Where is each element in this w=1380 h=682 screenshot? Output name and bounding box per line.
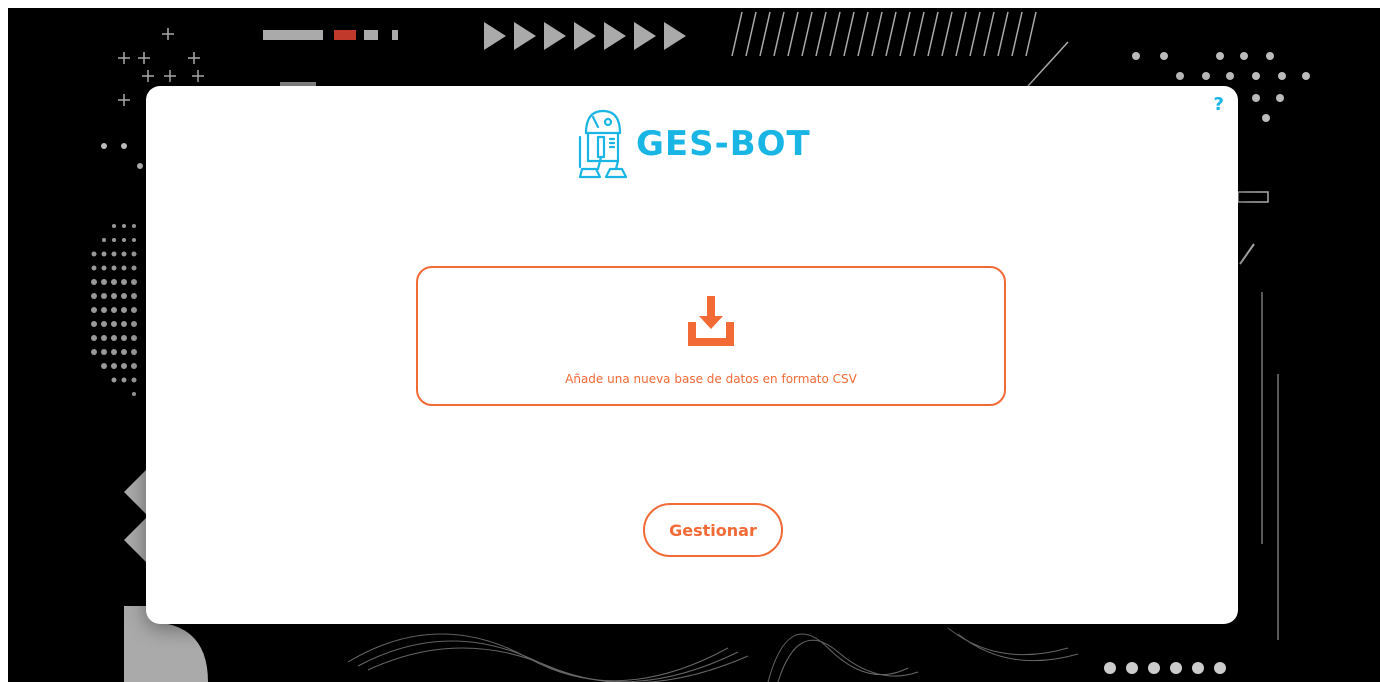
help-icon[interactable]: ?: [1214, 94, 1224, 115]
upload-label: Añade una nueva base de datos en formato…: [565, 372, 857, 386]
csv-upload-dropzone[interactable]: Añade una nueva base de datos en formato…: [416, 266, 1006, 406]
upload-modal: ? GES-BOT Añade una nueva base de datos …: [146, 86, 1238, 624]
manage-button[interactable]: Gestionar: [643, 503, 783, 557]
app-title: GES-BOT: [636, 124, 811, 164]
robot-icon: [578, 109, 628, 179]
wave-lines: [347, 627, 1079, 682]
background-stage: ? GES-BOT Añade una nueva base de datos …: [8, 8, 1380, 682]
triangle-pattern: [484, 22, 686, 50]
dot-pattern-bottom-right: [1104, 662, 1226, 674]
dot-matrix-left: [91, 224, 137, 396]
download-icon: [688, 296, 734, 346]
slash-pattern: [731, 11, 1069, 87]
app-logo: GES-BOT: [576, 104, 816, 184]
